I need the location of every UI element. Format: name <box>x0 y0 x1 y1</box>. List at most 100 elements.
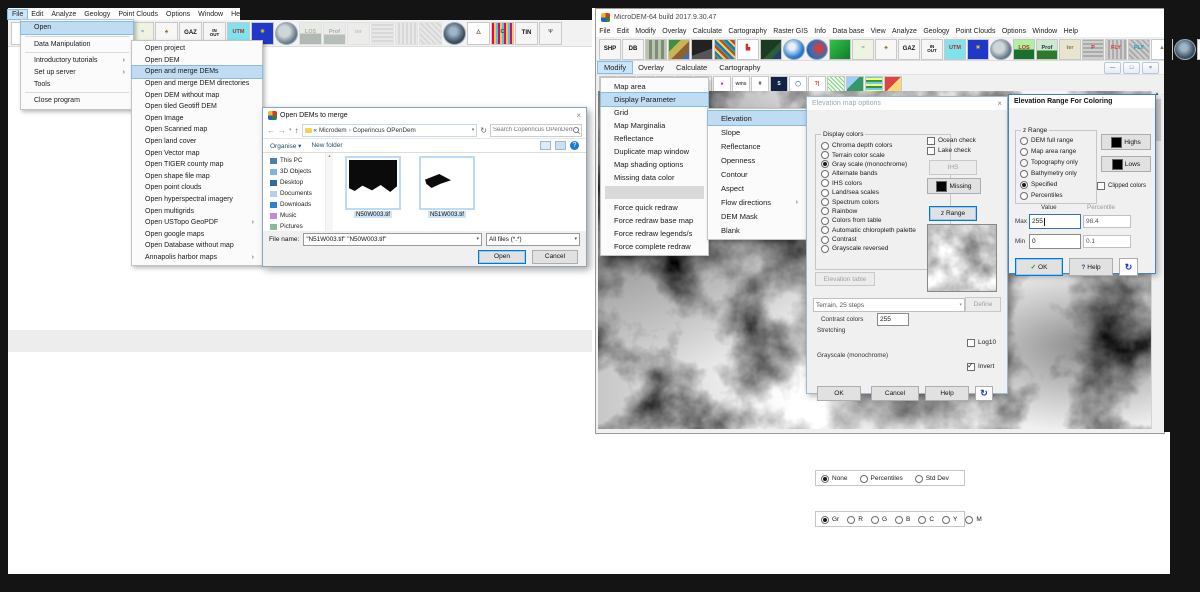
satellite-map-icon[interactable] <box>760 39 782 60</box>
menubar-item[interactable]: Info <box>811 27 829 36</box>
open-button[interactable]: Open <box>478 250 526 264</box>
clipped-colors-checkbox[interactable]: Clipped colors <box>1097 180 1146 191</box>
menu-item[interactable]: Open DEM without map <box>132 89 262 101</box>
menu-window[interactable]: Window <box>194 10 227 19</box>
sidebar-item-this-pc[interactable]: This PC <box>263 155 325 166</box>
new-folder-button[interactable]: New folder <box>311 142 342 149</box>
breadcrumb-folder[interactable]: Coperincus OPenDem <box>353 127 416 134</box>
address-dropdown-icon[interactable]: ▾ <box>472 127 475 133</box>
globe-mesh-icon[interactable] <box>443 22 466 45</box>
redraw-button[interactable]: ↻ <box>1119 258 1138 276</box>
missing-color-button[interactable]: Missing <box>927 178 981 194</box>
window-titlebar[interactable]: MicroDEM-64 build 2017.9.30.47 <box>596 9 1164 25</box>
menu-point-clouds[interactable]: Point Clouds <box>114 10 162 19</box>
menu-item[interactable]: Open project <box>132 43 262 55</box>
sketch-map-icon[interactable]: ≈ <box>852 39 874 60</box>
menu-item[interactable]: DEM Mask <box>708 209 806 223</box>
menu-item[interactable]: Open and merge DEMs <box>132 66 262 78</box>
menu-analyze[interactable]: Analyze <box>47 10 80 19</box>
lows-color-button[interactable]: Lows <box>1101 156 1151 172</box>
menu-item[interactable] <box>25 36 129 37</box>
menubar-item[interactable]: File <box>596 27 614 36</box>
sidebar-item-music[interactable]: Music <box>263 210 325 221</box>
breadcrumb-chevrons[interactable]: « <box>314 127 318 134</box>
menubar-item[interactable]: View <box>867 27 888 36</box>
min-value-field[interactable]: 0 <box>1029 234 1081 249</box>
menu-item[interactable]: Open multigrids <box>132 205 262 217</box>
db-button[interactable]: DB <box>622 39 644 60</box>
ok-button[interactable]: ✓ OK <box>1015 258 1063 276</box>
menu-item[interactable]: Force redraw legends/s <box>601 227 708 240</box>
menu-item[interactable]: Open google maps <box>132 229 262 241</box>
highs-color-button[interactable]: Highs <box>1101 134 1151 150</box>
sun-icon[interactable]: ☀ <box>967 39 989 60</box>
menu-edit[interactable]: Edit <box>27 10 47 19</box>
menu-item[interactable]: Open hyperspectral imagery <box>132 194 262 206</box>
texture-button-3[interactable] <box>419 22 442 45</box>
menu-item[interactable]: Tools <box>21 78 133 90</box>
dialog-titlebar[interactable]: Elevation Range For Coloring <box>1009 95 1155 108</box>
tern-icon[interactable]: △ <box>467 22 490 45</box>
menu-item[interactable]: Introductory tutorials › <box>21 55 133 67</box>
los-button[interactable]: LOS <box>299 22 322 45</box>
menu-item[interactable]: Map Marginalia <box>601 119 708 132</box>
menubar-item[interactable]: Options <box>999 27 1030 36</box>
gaz-button[interactable]: GAZ <box>898 39 920 60</box>
menubar-item[interactable]: Geology <box>920 27 952 36</box>
stretching-radio[interactable]: Percentiles <box>860 474 903 483</box>
menu-item[interactable]: Open land cover <box>132 136 262 148</box>
menu-item[interactable]: Force redraw base map <box>601 214 708 227</box>
close-icon[interactable]: × <box>576 111 581 120</box>
grayscale-channel-radio[interactable]: G <box>871 515 887 524</box>
menu-item[interactable]: Duplicate map window <box>601 145 708 158</box>
z-range-button[interactable]: z Range <box>929 206 977 221</box>
search-input[interactable] <box>493 127 573 133</box>
contrast-colors-field[interactable]: 255 <box>877 313 909 326</box>
texture-button-2[interactable] <box>395 22 418 45</box>
menu-item[interactable]: Openness <box>708 153 806 167</box>
grayscale-channel-radio[interactable]: Y <box>942 515 957 524</box>
menubar-item[interactable]: Raster GIS <box>770 27 811 36</box>
menu-item[interactable]: Close program <box>21 95 133 107</box>
menu-item[interactable]: Flow directions › <box>708 195 806 209</box>
fly-button-1[interactable]: FLY <box>1105 39 1127 60</box>
menubar-item[interactable]: Point Clouds <box>953 27 999 36</box>
menu-geology[interactable]: Geology <box>80 10 114 19</box>
menu-item[interactable]: Missing data color <box>601 171 708 184</box>
tin-button[interactable]: TIN <box>515 22 538 45</box>
child-menu-cartography[interactable]: Cartography <box>713 62 766 73</box>
min-percentile-field[interactable]: 0.1 <box>1083 235 1131 248</box>
striped-map-icon[interactable] <box>714 39 736 60</box>
maximize-button[interactable]: □ <box>1123 62 1140 74</box>
menu-item[interactable]: Elevation <box>708 111 806 125</box>
antenna-icon[interactable]: Ψ <box>539 22 562 45</box>
menu-item[interactable]: Open Scanned map <box>132 124 262 136</box>
refresh-icon[interactable]: ↻ <box>480 126 487 135</box>
menu-item[interactable]: Slope <box>708 125 806 139</box>
menu-item[interactable]: Open point clouds <box>132 182 262 194</box>
texture-p-button[interactable]: P <box>1082 39 1104 60</box>
sidebar-item-downloads[interactable]: Downloads <box>263 199 325 210</box>
menubar-item[interactable]: Calculate <box>690 27 726 36</box>
file-item-n51w003[interactable]: N51W003.tif <box>419 156 475 218</box>
terrain-categories-button[interactable]: ter <box>347 22 370 45</box>
log10-checkbox[interactable]: Log10 <box>967 338 996 347</box>
flag-icon[interactable]: ▙ <box>737 39 759 60</box>
search-box[interactable] <box>490 124 582 137</box>
profile-button[interactable]: Prof <box>1036 39 1058 60</box>
ocean-check-checkbox[interactable]: Ocean check <box>927 136 976 145</box>
utm-button[interactable]: UTM <box>944 39 966 60</box>
menu-item[interactable]: Set up server › <box>21 67 133 79</box>
child-menu-calculate[interactable]: Calculate <box>670 62 713 73</box>
child-menu-modify[interactable]: Modify <box>598 62 632 73</box>
organise-button[interactable]: Organise ▾ <box>270 142 301 150</box>
file-item-n50w003[interactable]: N50W003.tif <box>345 156 401 218</box>
chevron-down-icon[interactable]: ▾ <box>574 236 577 242</box>
filename-input[interactable] <box>306 236 476 243</box>
profile-button[interactable]: Prof <box>323 22 346 45</box>
help-icon[interactable]: ? <box>570 141 579 150</box>
globe-america-icon[interactable] <box>806 39 828 60</box>
menu-item[interactable]: Force complete redraw <box>601 240 708 253</box>
grayscale-channel-radio[interactable]: M <box>965 515 981 524</box>
z-range-radio[interactable]: Bathymetry only <box>1020 168 1096 179</box>
